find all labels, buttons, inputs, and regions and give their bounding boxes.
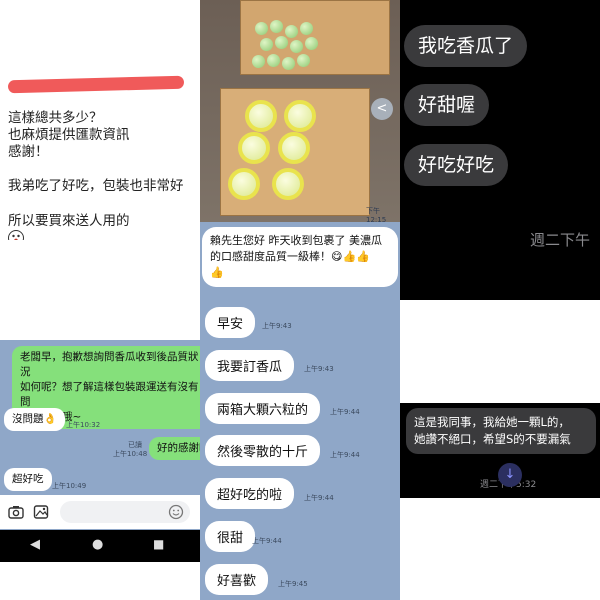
- received-message-bubble: 超好吃: [4, 468, 52, 491]
- received-message-bubble: 好吃好吃: [404, 144, 509, 186]
- message-line: 也麻煩提供匯款資訊: [8, 127, 130, 143]
- message-line-with-emoji: 所以要買來送人用的: [8, 196, 130, 240]
- melon-boxes-photo[interactable]: [200, 0, 400, 222]
- received-message-bubble: 沒問題👌: [4, 408, 65, 431]
- message-timestamp: 上午9:44: [330, 451, 360, 459]
- message-line: 這樣總共多少？: [8, 110, 103, 126]
- chat-panel-4: 我吃香瓜了 好甜喔 好吃好吃 週二下午: [400, 0, 600, 300]
- message-text: 所以要買來送人用的: [8, 213, 130, 229]
- received-message-bubble: 兩箱大顆六粒的: [205, 393, 321, 424]
- home-icon[interactable]: ●: [92, 537, 103, 552]
- received-message-bubble: 超好吃的啦: [205, 478, 295, 509]
- image-icon[interactable]: [33, 504, 49, 524]
- emoji-icon[interactable]: [168, 504, 184, 524]
- message-input-bar: [0, 495, 200, 529]
- photo-timestamp: 下午12:15: [366, 207, 387, 224]
- redacted-name-bar: [7, 75, 185, 94]
- received-message-bubble: 好甜喔: [404, 84, 490, 126]
- message-text: 沒問題👌: [12, 413, 57, 425]
- back-icon[interactable]: ◀: [30, 537, 40, 552]
- message-timestamp: 上午9:44: [304, 494, 334, 502]
- received-message-bubble: 很甜: [205, 521, 256, 552]
- message-line: 感謝！: [8, 144, 49, 160]
- surprised-face-icon: [8, 230, 24, 240]
- message-timestamp: 上午10:32: [66, 421, 101, 429]
- received-message-bubble: 我吃香瓜了: [404, 25, 528, 67]
- read-receipt: 已讀: [128, 441, 142, 449]
- message-timestamp: 上午10:48: [113, 450, 148, 458]
- scroll-down-icon[interactable]: ↓: [498, 463, 522, 487]
- message-timestamp: 上午9:43: [262, 322, 292, 330]
- sent-message-bubble: 好的感謝喔: [149, 437, 200, 460]
- message-timestamp: 上午10:49: [52, 482, 87, 490]
- message-timestamp: 上午9:44: [330, 408, 360, 416]
- share-icon[interactable]: <: [371, 98, 393, 120]
- review-message-bubble: 賴先生您好 昨天收到包裹了 美濃瓜 的口感甜度品質一級棒！😋👍👍 👍: [202, 227, 398, 287]
- chat-panel-5: 這是我同事，我給她一顆L的， 她讚不絕口，希望S的不要漏氣 週二下午5:32 ↓: [400, 403, 600, 498]
- received-message-bubble: 早安: [205, 307, 256, 338]
- message-timestamp: 上午9:45: [278, 580, 308, 588]
- message-timestamp: 週二下午: [530, 231, 591, 249]
- message-input[interactable]: [60, 501, 190, 523]
- chat-panel-1: 這樣總共多少？ 也麻煩提供匯款資訊 感謝！ 我弟吃了好吃，包裝也非常好 所以要買…: [0, 0, 200, 240]
- message-line: 我弟吃了好吃，包裝也非常好: [8, 178, 184, 194]
- chat-panel-3: < 下午12:15 賴先生您好 昨天收到包裹了 美濃瓜 的口感甜度品質一級棒！😋…: [200, 0, 400, 600]
- received-message-bubble: 好喜歡: [205, 564, 269, 595]
- chat-panel-2: 老闆早，抱歉想詢問香瓜收到後品質狀況 如何呢？想了解這樣包裝跟運送有沒有問 題，…: [0, 340, 200, 562]
- received-message-bubble: 這是我同事，我給她一顆L的， 她讚不絕口，希望S的不要漏氣: [406, 408, 596, 454]
- message-timestamp: 上午9:44: [252, 537, 282, 545]
- android-nav-bar: ◀ ● ■: [0, 530, 200, 562]
- camera-icon[interactable]: [8, 504, 24, 524]
- received-message-bubble: 然後零散的十斤: [205, 435, 321, 466]
- message-timestamp: 上午9:43: [304, 365, 334, 373]
- recent-apps-icon[interactable]: ■: [153, 537, 164, 551]
- received-message-bubble: 我要訂香瓜: [205, 350, 295, 381]
